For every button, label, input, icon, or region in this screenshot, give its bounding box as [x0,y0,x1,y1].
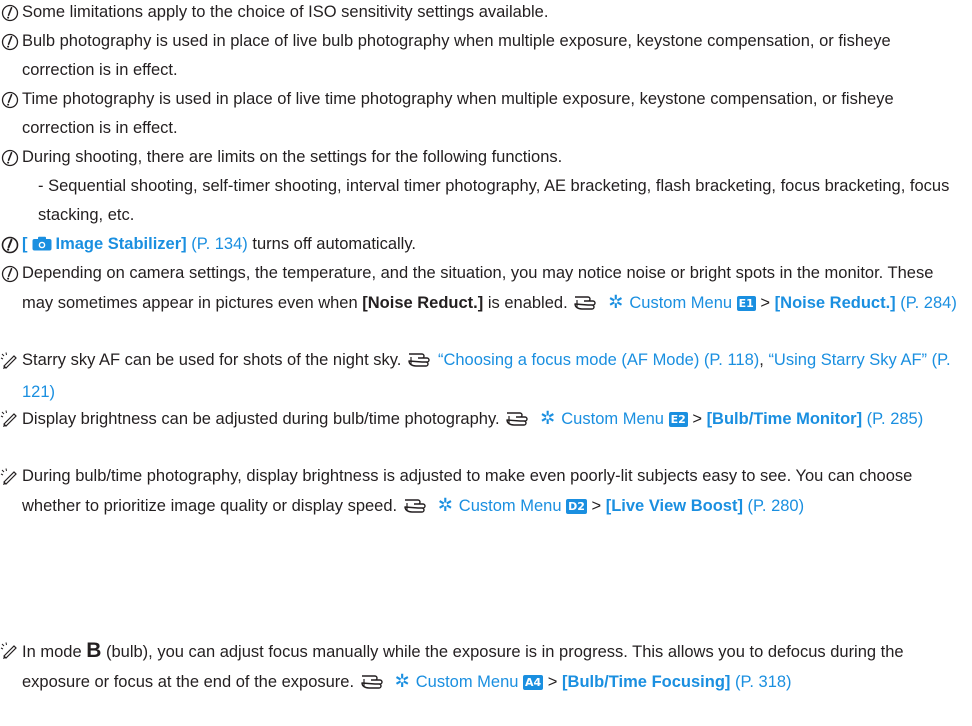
custom-menu-link[interactable]: Custom Menu [459,497,562,515]
pointing-hand-icon [574,292,600,321]
note-rest: turns off automatically. [247,235,416,253]
caution-note: Some limitations apply to the choice of … [0,0,960,27]
custom-menu-gear-icon: ✲ [394,671,410,691]
note-text: Time photography is used in place of liv… [22,90,894,137]
caution-note: [ Image Stabilizer] (P. 134) turns off au… [0,230,960,261]
tip-text: Display brightness can be adjusted durin… [22,404,960,437]
note-sub-item: - Sequential shooting, self-timer shooti… [38,177,950,224]
tip-text: Starry sky AF can be used for shots of t… [22,349,951,401]
page-ref-link[interactable]: (P. 285) [862,410,924,428]
camera-icon [32,232,52,261]
caution-icon [0,0,20,27]
caution-note: Depending on camera settings, the temper… [0,259,960,321]
tip-note: Display brightness can be adjusted durin… [0,404,960,437]
mode-b-label: B [86,639,102,662]
custom-menu-gear-icon: ✲ [437,495,453,515]
manual-page: Some limitations apply to the choice of … [0,0,972,726]
pointing-hand-icon [404,495,430,524]
menu-tab-badge: E2 [668,412,688,427]
note-text: Depending on camera settings, the temper… [22,259,960,321]
bracket: [ [22,235,28,253]
caution-icon [0,259,20,288]
caution-note: During shooting, there are limits on the… [0,143,960,172]
note-text: During shooting, there are limits on the… [22,148,563,166]
caution-icon [0,230,20,259]
pencil-tip-icon [0,636,20,665]
caution-note: Time photography is used in place of liv… [0,85,960,143]
menu-tab-badge: E1 [736,296,756,311]
menu-tab-badge: D2 [566,499,587,514]
page-ref-link[interactable]: (P. 134) [191,235,248,253]
custom-menu-link[interactable]: Custom Menu [629,294,732,312]
caution-icon [0,143,20,172]
page-ref-link[interactable]: (P. 284) [896,294,957,312]
note-text: Bulb photography is used in place of liv… [22,32,891,79]
caution-note: Bulb photography is used in place of liv… [0,27,960,85]
note-text: Some limitations apply to the choice of … [22,3,549,21]
pencil-tip-icon [0,346,20,375]
pointing-hand-icon [506,408,532,437]
caution-icon [0,27,20,56]
tip-text: During bulb/time photography, display br… [22,462,960,524]
pencil-tip-icon [0,462,20,491]
pencil-tip-icon [0,404,20,433]
custom-menu-link[interactable]: Custom Menu [416,673,519,691]
custom-menu-link[interactable]: Custom Menu [561,410,664,428]
page-ref-link[interactable]: (P. 318) [730,673,792,691]
menu-item-link[interactable]: [Noise Reduct.] [775,294,896,312]
note-text: [ Image Stabilizer] (P. 134) turns off au… [22,230,960,261]
tip-note: In mode B (bulb), you can adjust focus m… [0,636,960,700]
page-ref-link[interactable]: (P. 280) [743,497,805,515]
menu-item-link[interactable]: [Bulb/Time Monitor] [707,410,863,428]
noise-reduct-label: [Noise Reduct.] [362,294,484,312]
menu-item-link[interactable]: [Bulb/Time Focusing] [562,673,730,691]
tip-note: Starry sky AF can be used for shots of t… [0,346,960,407]
tip-note: During bulb/time photography, display br… [0,462,960,524]
focus-mode-link[interactable]: “Choosing a focus mode (AF Mode) (P. 118… [438,351,759,369]
image-stabilizer-link[interactable]: Image Stabilizer] [56,235,187,253]
custom-menu-gear-icon: ✲ [608,292,624,312]
menu-tab-badge: A4 [523,675,544,690]
tip-text: In mode B (bulb), you can adjust focus m… [22,636,960,700]
custom-menu-gear-icon: ✲ [540,408,556,428]
menu-item-link[interactable]: [Live View Boost] [606,497,743,515]
pointing-hand-icon [360,671,387,700]
caution-icon [0,85,20,114]
pointing-hand-icon [408,349,434,378]
